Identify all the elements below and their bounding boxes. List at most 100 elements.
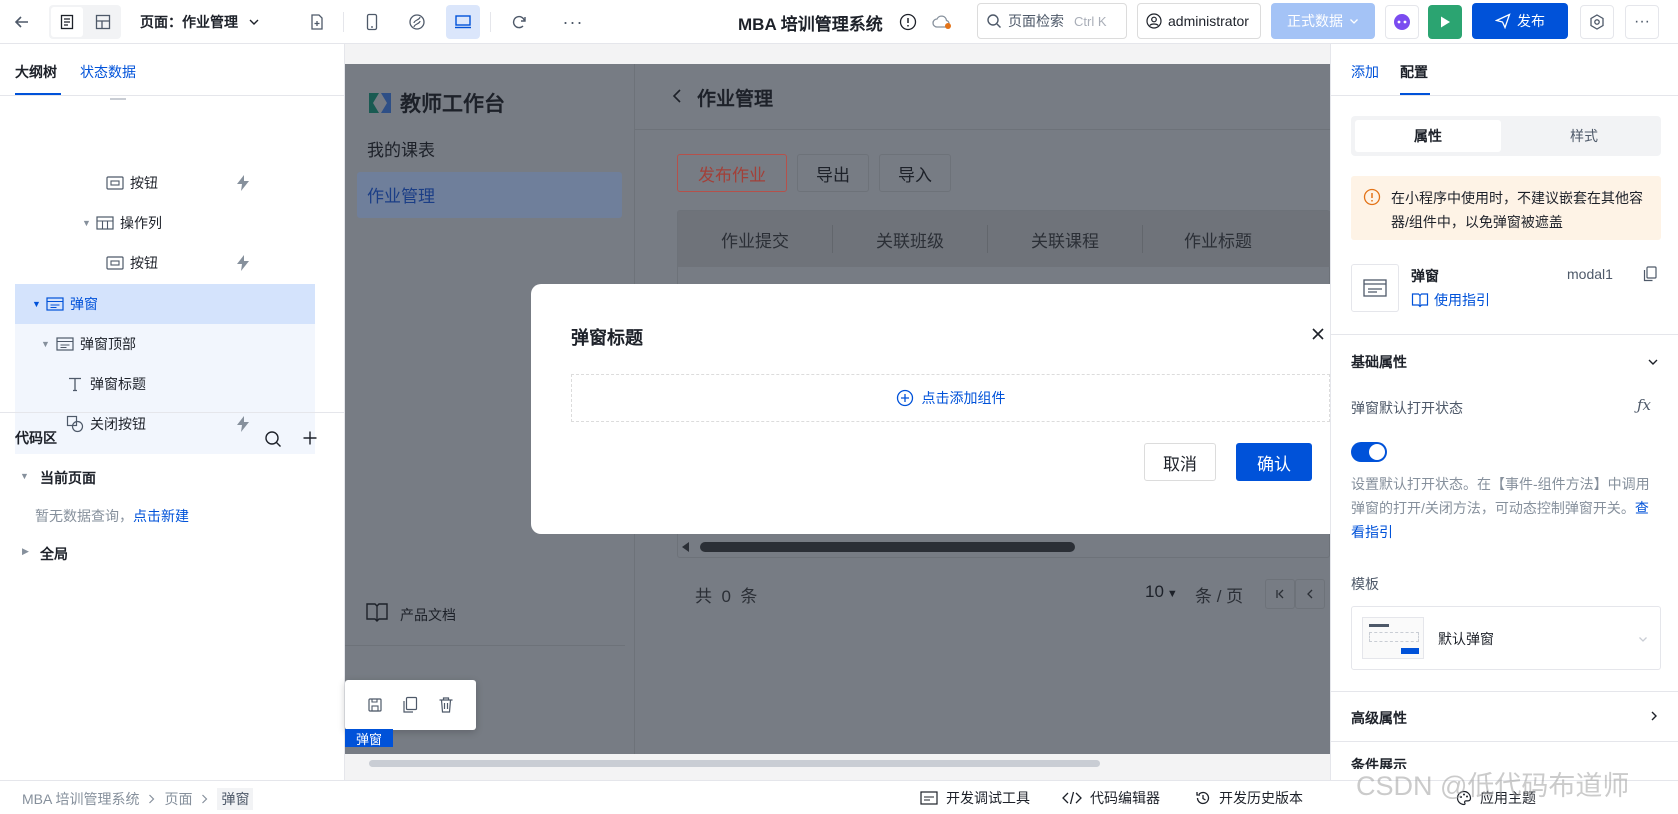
chevron-down-icon [1638,634,1648,644]
template-select[interactable]: 默认弹窗 [1351,606,1661,670]
seg-styles[interactable]: 样式 [1511,120,1657,152]
page-search[interactable]: 页面检索 Ctrl K [977,3,1127,39]
save-icon[interactable] [367,697,383,713]
text-icon [67,376,83,392]
settings-icon[interactable] [1580,5,1614,39]
basic-props-title[interactable]: 基础属性 [1351,352,1407,372]
shapes-icon [66,415,84,433]
breadcrumb-current[interactable]: 弹窗 [217,788,254,810]
chevron-right-icon[interactable] [1649,710,1659,722]
run-preview-icon[interactable] [1428,5,1462,39]
tree-row[interactable]: 按钮 [0,243,345,283]
env-select[interactable]: 正式数据 [1271,3,1375,39]
advanced-props-title[interactable]: 高级属性 [1351,708,1407,728]
seg-properties[interactable]: 属性 [1355,120,1501,152]
add-icon[interactable] [302,430,318,446]
horizontal-scrollbar[interactable] [700,542,1075,552]
event-bolt-icon[interactable] [236,175,250,191]
code-editor-button[interactable]: 代码编辑器 [1062,788,1160,808]
tree-row[interactable]: 弹窗标题 [0,364,345,404]
search-icon[interactable] [264,430,282,448]
tab-config[interactable]: 配置 [1400,62,1428,82]
brand-logo-icon [367,91,393,115]
tree-label: 按钮 [130,175,158,191]
publish-button[interactable]: 发布 [1472,3,1568,39]
desc-text: 设置默认打开状态。在【事件-组件方法】中调用弹窗的打开/关闭方法，可动态控制弹窗… [1351,476,1650,516]
tree-row[interactable]: ▼ 操作列 [0,203,345,243]
import-button[interactable]: 导入 [879,154,951,192]
segmented-control: 属性 样式 [1351,116,1661,156]
tab-add[interactable]: 添加 [1351,62,1379,82]
more-menu-icon[interactable]: ··· [1625,5,1659,39]
nav-homework[interactable]: 作业管理 [367,182,435,207]
cloud-sync-icon[interactable] [930,12,954,32]
ai-assistant-icon[interactable] [1385,5,1419,39]
expand-caret-icon[interactable]: ▼ [41,339,50,349]
confirm-button[interactable]: 确认 [1236,443,1312,481]
mobile-preview-icon[interactable] [355,5,389,39]
global-node[interactable]: 全局 [40,544,68,564]
tree-row[interactable]: ▼ 弹窗顶部 [0,324,345,364]
current-page-node[interactable]: 当前页面 [40,468,96,488]
expand-caret-icon[interactable]: ▼ [20,471,29,481]
button-icon [106,176,124,190]
page-size-select[interactable]: 10 ▼ [1145,582,1178,602]
nav-my-schedule[interactable]: 我的课表 [367,136,435,161]
breadcrumb-page[interactable]: 页面 [164,789,192,809]
page-selector[interactable]: 页面：作业管理 [140,6,260,38]
modal-icon [56,337,74,351]
canvas-horizontal-scrollbar[interactable] [369,760,1100,767]
expand-caret-icon[interactable]: ▶ [22,546,29,557]
brand-name: 教师工作台 [400,93,505,116]
column-header: 关联班级 [833,225,988,253]
right-tabs: 添加 配置 [1331,44,1678,96]
user-menu[interactable]: administrator [1137,3,1261,39]
toggle-knob [1369,444,1385,460]
tree-row[interactable]: 按钮 [0,163,345,203]
first-page-icon[interactable] [1265,579,1295,609]
add-component-zone[interactable]: 点击添加组件 [571,374,1330,422]
prev-page-icon[interactable] [1295,579,1325,609]
info-icon[interactable] [898,12,918,32]
template-thumbnail [1362,617,1424,659]
event-bolt-icon[interactable] [236,416,250,432]
back-arrow-icon[interactable] [5,5,39,39]
history-button[interactable]: 开发历史版本 [1195,788,1303,808]
back-chevron-icon[interactable] [671,88,683,104]
scroll-left-icon[interactable] [682,542,690,552]
chevron-down-icon[interactable] [1647,356,1659,368]
search-icon [986,13,1002,29]
copy-icon[interactable] [1643,266,1657,282]
add-circle-icon [896,389,914,407]
close-icon[interactable] [1311,327,1325,341]
miniprogram-icon[interactable] [400,5,434,39]
copy-icon[interactable] [402,696,418,714]
breadcrumb-app[interactable]: MBA 培训管理系统 [22,789,139,809]
tab-outline[interactable]: 大纲树 [15,62,57,82]
tab-state-data[interactable]: 状态数据 [80,62,136,82]
modal-title: 弹窗标题 [571,328,643,348]
publish-homework-button[interactable]: 发布作业 [677,154,787,192]
expand-caret-icon[interactable]: ▼ [82,218,91,228]
default-open-toggle[interactable] [1351,442,1387,462]
dev-tools-button[interactable]: 开发调试工具 [920,788,1030,808]
event-bolt-icon[interactable] [236,255,250,271]
more-icon[interactable]: ··· [556,5,590,39]
guide-link[interactable]: 使用指引 [1411,290,1490,310]
delete-icon[interactable] [438,696,454,714]
layout-view-icon[interactable] [87,7,119,37]
dev-tools-label: 开发调试工具 [946,790,1030,806]
fx-icon[interactable]: ƒx [1637,396,1651,414]
add-page-icon[interactable] [300,5,334,39]
export-button[interactable]: 导出 [797,154,869,192]
tree-row-selected[interactable]: ▼ 弹窗 [15,284,315,324]
button-icon [106,256,124,270]
product-docs[interactable]: 产品文档 [400,605,456,625]
page-view-icon[interactable] [51,7,83,37]
modal-icon [1351,264,1399,312]
create-query-link[interactable]: 点击新建 [133,508,189,524]
refresh-icon[interactable] [502,5,536,39]
expand-caret-icon[interactable]: ▼ [32,299,41,309]
cancel-button[interactable]: 取消 [1144,443,1216,481]
desktop-preview-icon[interactable] [446,5,480,39]
